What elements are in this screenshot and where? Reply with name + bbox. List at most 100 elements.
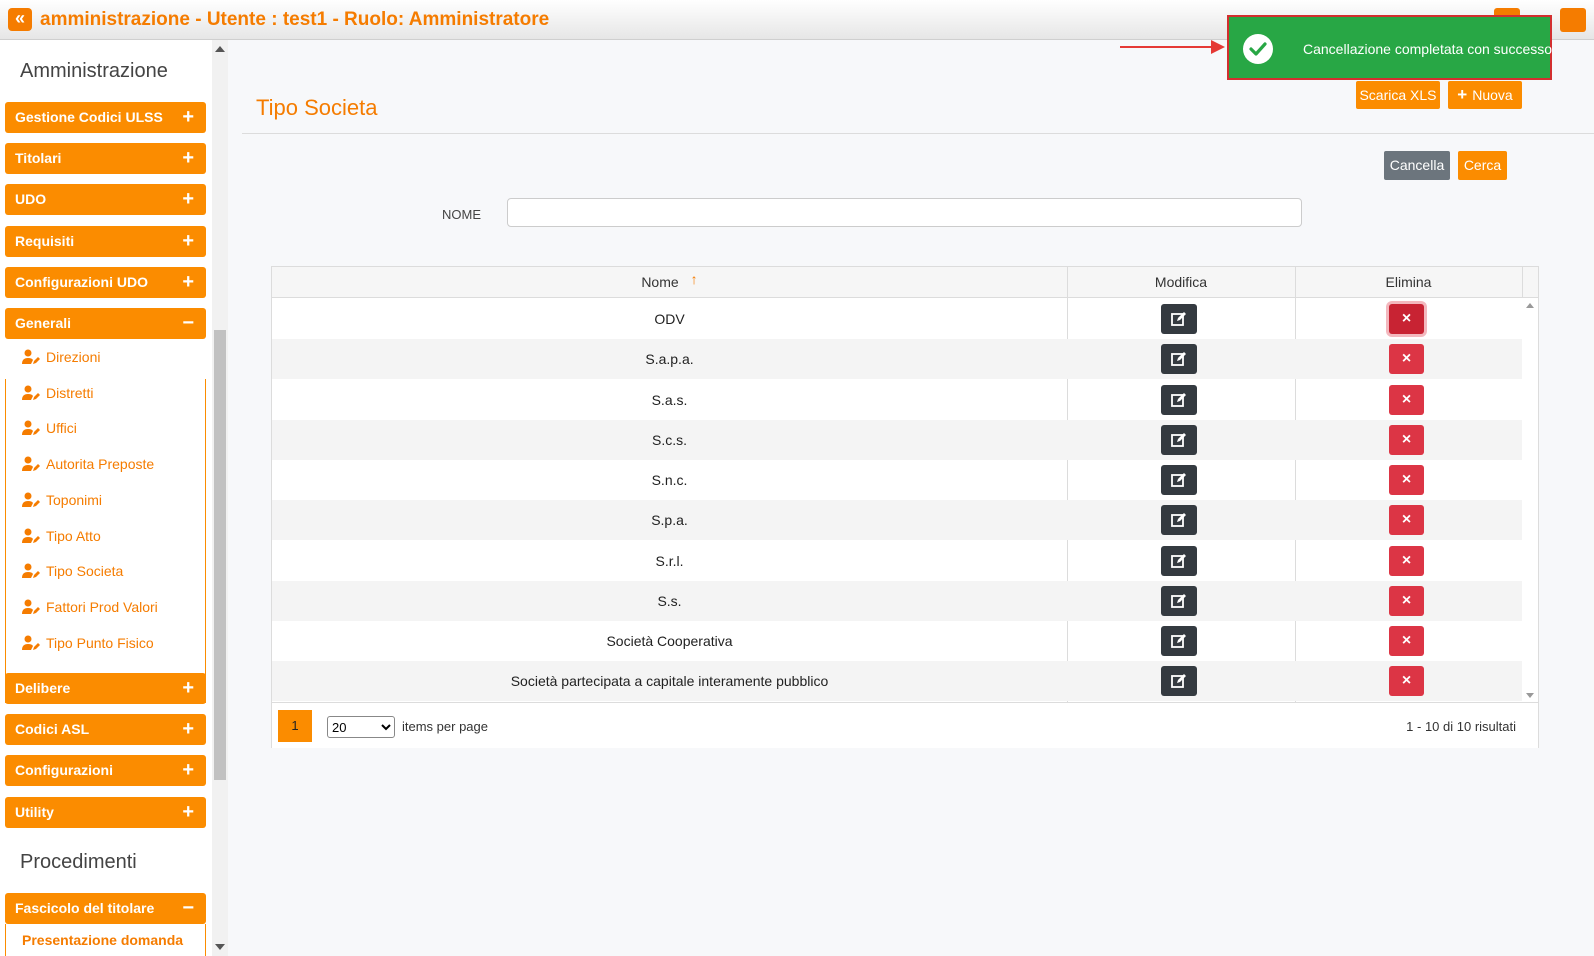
grid-pager: 1 20 items per page 1 - 10 di 10 risulta… bbox=[272, 702, 1538, 748]
delete-button[interactable]: × bbox=[1389, 344, 1424, 374]
menu-udo[interactable]: UDO + bbox=[5, 184, 206, 215]
logout-icon[interactable] bbox=[1560, 8, 1586, 32]
cancel-button[interactable]: Cancella bbox=[1384, 151, 1450, 180]
user-edit-icon bbox=[22, 492, 40, 507]
submenu-label: Uffici bbox=[46, 420, 77, 436]
user-edit-icon bbox=[22, 599, 40, 614]
expand-icon: + bbox=[182, 106, 194, 128]
expand-icon: + bbox=[182, 271, 194, 293]
plus-icon: + bbox=[1457, 85, 1468, 104]
expand-icon: + bbox=[182, 801, 194, 823]
delete-button[interactable]: × bbox=[1389, 304, 1424, 334]
column-header-nome[interactable]: Nome ↑ bbox=[272, 267, 1067, 298]
menu-delibere[interactable]: Delibere + bbox=[5, 673, 206, 704]
collapse-sidebar-button[interactable]: « bbox=[8, 8, 32, 31]
annotation-arrow-line bbox=[1120, 46, 1214, 48]
edit-button[interactable] bbox=[1161, 586, 1197, 616]
nome-input[interactable] bbox=[507, 198, 1302, 227]
edit-button[interactable] bbox=[1161, 385, 1197, 415]
menu-label: Fascicolo del titolare bbox=[15, 900, 155, 916]
collapse-icon: − bbox=[182, 312, 194, 334]
submenu-label: Tipo Atto bbox=[46, 528, 101, 544]
delete-button[interactable]: × bbox=[1389, 505, 1424, 535]
user-edit-icon bbox=[22, 420, 40, 435]
delete-button[interactable]: × bbox=[1389, 385, 1424, 415]
submenu-label: Distretti bbox=[46, 385, 94, 401]
collapse-icon: − bbox=[182, 897, 194, 919]
edit-button[interactable] bbox=[1161, 304, 1197, 334]
submenu-label: Autorita Preposte bbox=[46, 456, 155, 472]
submenu-label: Tipo Punto Fisico bbox=[46, 635, 154, 651]
grid-header: Nome ↑ Modifica Elimina bbox=[272, 267, 1538, 298]
edit-icon bbox=[1171, 352, 1186, 366]
page-button-current[interactable]: 1 bbox=[278, 710, 312, 742]
search-button[interactable]: Cerca bbox=[1458, 151, 1507, 180]
cell-nome: S.a.p.a. bbox=[645, 351, 694, 367]
expand-icon: + bbox=[182, 230, 194, 252]
expand-icon: + bbox=[182, 718, 194, 740]
menu-configurazioni-udo[interactable]: Configurazioni UDO + bbox=[5, 267, 206, 298]
cell-nome: ODV bbox=[654, 311, 685, 327]
edit-icon bbox=[1171, 473, 1186, 487]
edit-icon bbox=[1171, 513, 1186, 527]
menu-titolari[interactable]: Titolari + bbox=[5, 143, 206, 174]
submenu-presentazione-domanda[interactable]: Presentazione domanda bbox=[22, 932, 183, 948]
cell-nome: Società Cooperativa bbox=[606, 633, 733, 649]
menu-configurazioni[interactable]: Configurazioni + bbox=[5, 755, 206, 786]
delete-button[interactable]: × bbox=[1389, 425, 1424, 455]
edit-button[interactable] bbox=[1161, 465, 1197, 495]
sidebar: Amministrazione Gestione Codici ULSS + Ti… bbox=[0, 40, 228, 956]
edit-button[interactable] bbox=[1161, 505, 1197, 535]
sidebar-scroll-thumb[interactable] bbox=[214, 330, 226, 780]
new-button[interactable]: + Nuova bbox=[1448, 81, 1522, 109]
page-title: Tipo Societa bbox=[256, 95, 378, 120]
download-xls-button[interactable]: Scarica XLS bbox=[1356, 81, 1440, 109]
menu-label: Configurazioni UDO bbox=[15, 274, 148, 290]
user-edit-icon bbox=[22, 635, 40, 650]
table-row: Società partecipata a capitale interamen… bbox=[272, 661, 1522, 701]
menu-requisiti[interactable]: Requisiti + bbox=[5, 226, 206, 257]
delete-button[interactable]: × bbox=[1389, 586, 1424, 616]
scroll-up-icon[interactable] bbox=[215, 46, 225, 52]
edit-button[interactable] bbox=[1161, 344, 1197, 374]
delete-button[interactable]: × bbox=[1389, 666, 1424, 696]
submenu-label: Direzioni bbox=[46, 349, 101, 365]
menu-generali[interactable]: Generali − bbox=[5, 308, 206, 339]
sidebar-scrollbar[interactable] bbox=[212, 40, 228, 956]
delete-button[interactable]: × bbox=[1389, 626, 1424, 656]
table-row: ODV × bbox=[272, 299, 1522, 339]
menu-gestione-codici-ulss[interactable]: Gestione Codici ULSS + bbox=[5, 102, 206, 133]
table-row: S.c.s. × bbox=[272, 420, 1522, 460]
menu-label: Codici ASL bbox=[15, 721, 90, 737]
menu-label: Utility bbox=[15, 804, 54, 820]
menu-utility[interactable]: Utility + bbox=[5, 797, 206, 828]
menu-label: Titolari bbox=[15, 150, 62, 166]
delete-button[interactable]: × bbox=[1389, 546, 1424, 576]
cell-nome: S.n.c. bbox=[651, 472, 688, 488]
edit-icon bbox=[1171, 634, 1186, 648]
delete-button[interactable]: × bbox=[1389, 465, 1424, 495]
submenu-label: Tipo Societa bbox=[46, 563, 124, 579]
edit-button[interactable] bbox=[1161, 666, 1197, 696]
table-row: S.a.p.a. × bbox=[272, 339, 1522, 379]
scroll-down-icon[interactable] bbox=[215, 944, 225, 950]
menu-label: Gestione Codici ULSS bbox=[15, 109, 163, 125]
cell-nome: S.r.l. bbox=[655, 553, 684, 569]
scroll-up-icon[interactable] bbox=[1526, 303, 1534, 308]
edit-button[interactable] bbox=[1161, 425, 1197, 455]
check-circle-icon bbox=[1243, 34, 1273, 64]
menu-label: UDO bbox=[15, 191, 47, 207]
menu-fascicolo-del-titolare[interactable]: Fascicolo del titolare − bbox=[5, 893, 206, 924]
menu-codici-asl[interactable]: Codici ASL + bbox=[5, 714, 206, 745]
expand-icon: + bbox=[182, 188, 194, 210]
submenu-label: Fattori Prod Valori bbox=[46, 599, 158, 615]
grid-scrollbar[interactable] bbox=[1522, 299, 1538, 702]
page-size-select[interactable]: 20 bbox=[327, 716, 395, 738]
edit-button[interactable] bbox=[1161, 626, 1197, 656]
edit-button[interactable] bbox=[1161, 546, 1197, 576]
cell-nome: S.s. bbox=[657, 593, 682, 609]
edit-icon bbox=[1171, 554, 1186, 568]
edit-icon bbox=[1171, 433, 1186, 447]
success-toast[interactable]: Cancellazione completata con successo bbox=[1227, 15, 1552, 80]
scroll-down-icon[interactable] bbox=[1526, 693, 1534, 698]
